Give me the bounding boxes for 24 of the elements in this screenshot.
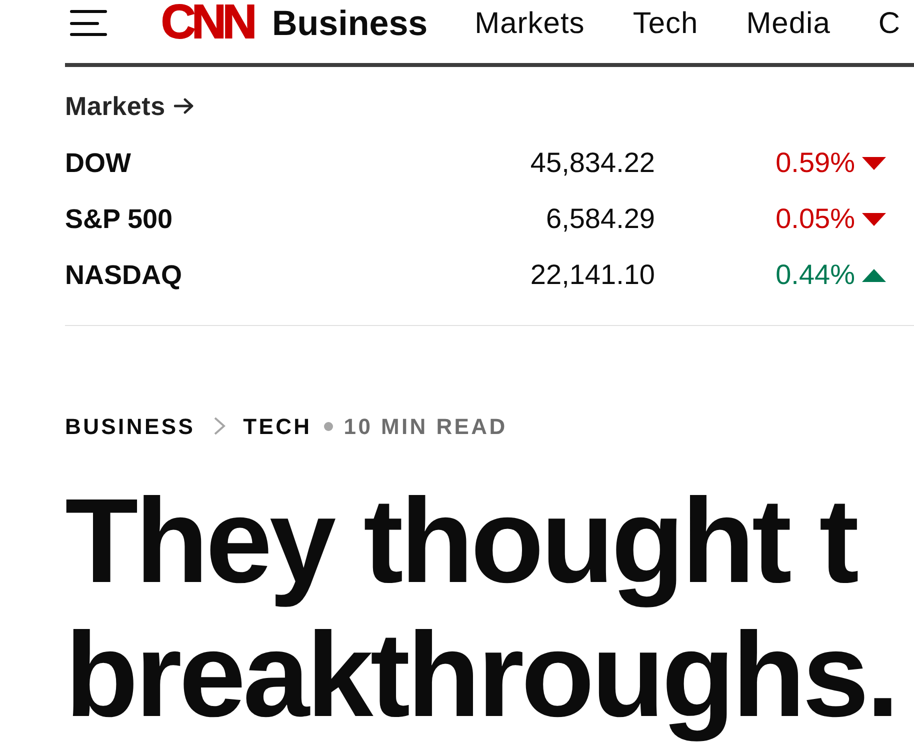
breadcrumb-link[interactable]: BUSINESS: [65, 410, 196, 442]
index-change: 0.05%: [774, 202, 855, 236]
nav-link[interactable]: Markets: [474, 6, 585, 40]
index-value: 45,834.22: [529, 146, 655, 180]
read-time: 10 MIN READ: [344, 412, 508, 440]
nav-link[interactable]: C: [878, 6, 901, 40]
chevron-right-icon: [213, 416, 226, 436]
section-title-link[interactable]: Business: [272, 6, 428, 40]
headline: They thought t breakthroughs.: [65, 474, 898, 742]
index-change: 0.59%: [774, 146, 855, 180]
arrow-right-icon: [174, 98, 194, 114]
logo[interactable]: CNN: [161, 0, 253, 47]
index-value: 6,584.29: [545, 202, 655, 236]
markets-link[interactable]: Markets: [65, 91, 166, 121]
nav-link[interactable]: Tech: [632, 6, 698, 40]
index-name: DOW: [65, 146, 132, 180]
nav-link[interactable]: Media: [746, 6, 830, 40]
menu-button[interactable]: [70, 9, 107, 37]
index-name: NASDAQ: [65, 258, 184, 292]
index-value: 22,141.10: [529, 258, 655, 292]
index-change: 0.44%: [774, 258, 855, 292]
breadcrumb-link[interactable]: TECH: [243, 410, 312, 442]
index-name: S&P 500: [65, 202, 174, 236]
bullet-dot-icon: [324, 422, 333, 430]
